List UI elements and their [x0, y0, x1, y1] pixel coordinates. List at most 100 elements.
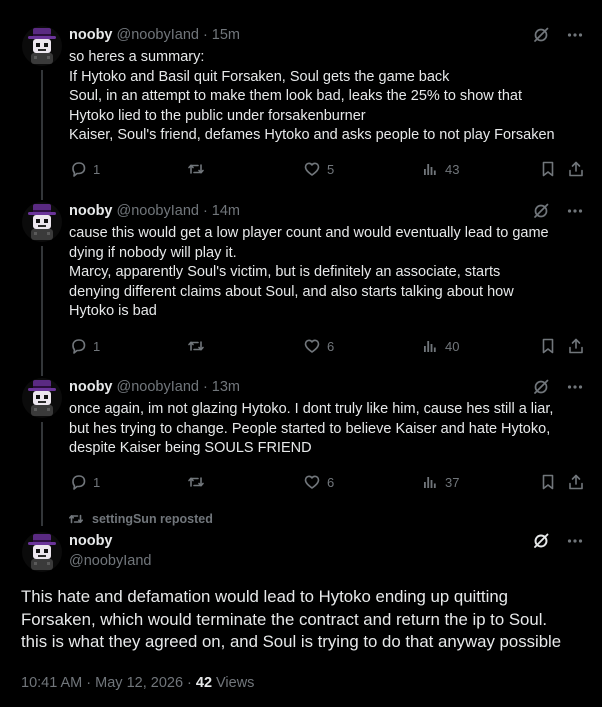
- action-bar: 1 5 43: [69, 159, 584, 179]
- action-bar: 1 6 37: [69, 472, 584, 492]
- views-label: Views: [216, 675, 255, 691]
- author-name[interactable]: nooby: [69, 26, 113, 44]
- tweet-line: This hate and defamation would lead to H…: [21, 587, 508, 606]
- tweet[interactable]: nooby @noobyIand · 15m so heres a summar…: [0, 26, 602, 196]
- author-handle[interactable]: @noobyIand: [117, 202, 199, 220]
- more-dots-icon[interactable]: [566, 202, 584, 220]
- avatar[interactable]: [22, 202, 62, 242]
- reply-button[interactable]: 1: [69, 473, 100, 491]
- views-bars-icon: [424, 477, 436, 488]
- reply-bubble-icon: [72, 339, 86, 354]
- tweet-time[interactable]: 14m: [212, 202, 240, 220]
- tweet-text: once again, im not glazing Hytoko. I don…: [69, 400, 588, 459]
- views-count: 42: [195, 675, 213, 691]
- tweet[interactable]: nooby @noobyIand · 14m cause this would …: [0, 202, 602, 372]
- author-handle[interactable]: @noobyIand: [69, 552, 151, 570]
- heart-icon: [304, 162, 320, 176]
- tweet-line: despite Kaiser being SOULS FRIEND: [69, 440, 312, 456]
- view-count: 40: [445, 338, 460, 354]
- reply-button[interactable]: 1: [69, 160, 100, 178]
- tweet-line: so heres a summary:: [69, 49, 205, 65]
- grok-slash-icon[interactable]: [532, 532, 550, 550]
- repost-button[interactable]: [187, 337, 211, 355]
- view-count: 37: [445, 474, 460, 490]
- more-dots-icon[interactable]: [566, 26, 584, 44]
- repost-arrows-icon: [188, 477, 204, 487]
- share-icon: [569, 474, 583, 490]
- share-icon: [569, 161, 583, 177]
- repost-indicator[interactable]: settingSun reposted: [68, 511, 213, 527]
- grok-slash-icon[interactable]: [532, 26, 550, 44]
- repost-button[interactable]: [187, 160, 211, 178]
- tweet-text: so heres a summary: If Hytoko and Basil …: [69, 48, 588, 146]
- author-handle[interactable]: @noobyIand: [117, 378, 199, 396]
- tweet-line: dying if nobody will play it.: [69, 244, 237, 261]
- like-button[interactable]: 5: [303, 160, 334, 178]
- grok-slash-icon[interactable]: [532, 378, 550, 396]
- like-count: 6: [327, 474, 335, 490]
- share-button[interactable]: [567, 473, 585, 491]
- tweet-line: denying different claims about Soul, and…: [69, 283, 514, 300]
- tweet-line: If Hytoko and Basil quit Forsaken, Soul …: [69, 68, 450, 85]
- author-name[interactable]: nooby: [69, 532, 151, 550]
- tweet-line: Soul, in an attempt to make them look ba…: [69, 88, 522, 104]
- tweet-time[interactable]: 13m: [212, 378, 240, 396]
- more-dots-icon[interactable]: [566, 378, 584, 396]
- tweet-meta: 10:41 AM · May 12, 2026 · 42 Views: [21, 675, 254, 691]
- tweet-line: once again, im not glazing Hytoko. I don…: [69, 401, 554, 417]
- action-bar: 1 6 40: [69, 336, 584, 356]
- views-button[interactable]: 43: [421, 160, 459, 178]
- bookmark-icon: [542, 161, 554, 177]
- reply-bubble-icon: [72, 475, 86, 490]
- view-count: 43: [445, 161, 460, 177]
- author-name[interactable]: nooby: [69, 378, 113, 396]
- repost-label: settingSun reposted: [92, 512, 213, 526]
- repost-arrows-icon: [69, 514, 83, 524]
- author-handle[interactable]: @noobyIand: [117, 26, 199, 44]
- views-button[interactable]: 40: [421, 337, 459, 355]
- avatar[interactable]: [22, 532, 62, 572]
- tweet-line: Hytoko is bad: [69, 303, 157, 319]
- author-name[interactable]: nooby: [69, 202, 113, 220]
- avatar[interactable]: [22, 26, 62, 66]
- tweet-time[interactable]: 15m: [212, 26, 240, 44]
- bookmark-button[interactable]: [539, 473, 557, 491]
- reply-button[interactable]: 1: [69, 337, 100, 355]
- views-button[interactable]: 37: [421, 473, 459, 491]
- repost-button[interactable]: [187, 473, 211, 491]
- tweet[interactable]: nooby @noobyIand · 13m once again, im no…: [0, 378, 602, 498]
- like-button[interactable]: 6: [303, 473, 334, 491]
- reply-count: 1: [93, 338, 101, 354]
- bookmark-icon: [542, 474, 554, 490]
- bookmark-button[interactable]: [539, 337, 557, 355]
- repost-arrows-icon: [188, 164, 204, 174]
- main-tweet-text: This hate and defamation would lead to H…: [21, 586, 592, 654]
- like-button[interactable]: 6: [303, 337, 334, 355]
- tweet-line: Kaiser, Soul's friend, defames Hytoko an…: [69, 127, 555, 143]
- views-bars-icon: [424, 341, 436, 352]
- grok-slash-icon[interactable]: [532, 202, 550, 220]
- heart-icon: [304, 475, 320, 489]
- share-button[interactable]: [567, 160, 585, 178]
- separator-dot: ·: [202, 203, 208, 219]
- tweet-line: Hytoko lied to the public under forsaken…: [69, 107, 366, 124]
- timestamp[interactable]: 10:41 AM · May 12, 2026 ·: [21, 675, 192, 691]
- separator-dot: ·: [202, 27, 208, 43]
- tweet-line: this is what they agreed on, and Soul is…: [21, 632, 562, 651]
- tweet-text: cause this would get a low player count …: [69, 224, 588, 322]
- tweet-line: Marcy, apparently Soul's victim, but is …: [69, 264, 501, 280]
- views-bars-icon: [424, 164, 436, 175]
- avatar[interactable]: [22, 378, 62, 418]
- repost-arrows-icon: [188, 341, 204, 351]
- reply-bubble-icon: [72, 162, 86, 177]
- share-button[interactable]: [567, 337, 585, 355]
- more-dots-icon[interactable]: [566, 532, 584, 550]
- like-count: 5: [327, 161, 335, 177]
- share-icon: [569, 338, 583, 354]
- bookmark-button[interactable]: [539, 160, 557, 178]
- like-count: 6: [327, 338, 335, 354]
- tweet-line: Forsaken, which would terminate the cont…: [21, 609, 548, 629]
- heart-icon: [304, 339, 320, 353]
- separator-dot: ·: [202, 379, 208, 395]
- tweet-line: cause this would get a low player count …: [69, 225, 549, 241]
